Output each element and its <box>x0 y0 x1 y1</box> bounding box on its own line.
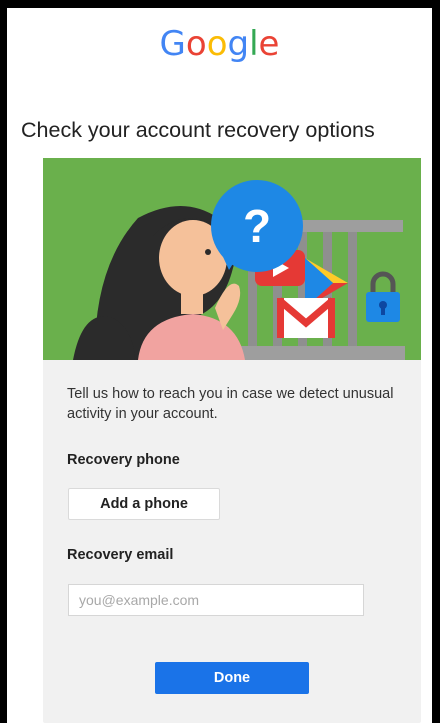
google-logo: Google <box>7 24 432 64</box>
page-title: Check your account recovery options <box>21 118 375 142</box>
logo-letter: o <box>185 24 207 64</box>
question-mark-text: ? <box>243 200 271 252</box>
recovery-email-input[interactable] <box>68 584 364 616</box>
recovery-card: ? Tell us how to reach you in case we de… <box>43 158 421 723</box>
logo-letter: g <box>227 24 250 64</box>
recovery-email-label: Recovery email <box>67 547 174 563</box>
logo-letter: e <box>258 24 280 64</box>
gmail-icon <box>276 297 336 338</box>
logo-letter: G <box>159 24 186 64</box>
recovery-phone-label: Recovery phone <box>67 452 180 468</box>
hero-illustration: ? <box>43 158 421 360</box>
recovery-description: Tell us how to reach you in case we dete… <box>67 386 394 422</box>
add-phone-button[interactable]: Add a phone <box>68 488 220 520</box>
illustration-svg: ? <box>43 158 421 360</box>
logo-letter: o <box>206 24 228 64</box>
recovery-page: Google Check your account recovery optio… <box>7 8 432 723</box>
question-bubble-icon: ? <box>211 180 303 272</box>
logo-letter: l <box>249 24 259 64</box>
done-button[interactable]: Done <box>155 662 309 694</box>
